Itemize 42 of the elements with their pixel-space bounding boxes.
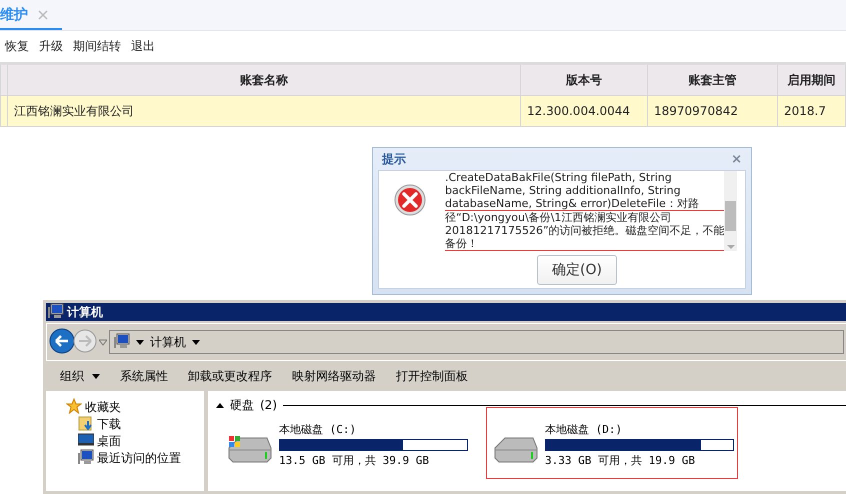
sidebar-item[interactable]: 下载 bbox=[97, 416, 121, 433]
command-button[interactable]: 系统属性 bbox=[120, 368, 168, 384]
scrollbar[interactable] bbox=[724, 171, 737, 251]
drive-name: 本地磁盘 (D:) bbox=[545, 422, 624, 437]
table-cell: 18970970842 bbox=[648, 96, 778, 126]
collapse-icon[interactable] bbox=[216, 402, 224, 408]
caret-icon[interactable] bbox=[136, 338, 144, 346]
column-header[interactable]: 版本号 bbox=[520, 64, 648, 96]
address-bar[interactable]: 计算机 bbox=[109, 330, 844, 354]
command-button[interactable]: 组织 bbox=[60, 368, 100, 384]
sidebar-item[interactable]: 收藏夹 bbox=[85, 399, 121, 416]
drive-name: 本地磁盘 (C:) bbox=[279, 422, 358, 437]
command-button[interactable]: 映射网络驱动器 bbox=[292, 368, 376, 384]
column-header[interactable]: 启用期间 bbox=[778, 64, 846, 96]
sidebar-item[interactable]: 桌面 bbox=[97, 433, 121, 450]
back-forward-icon[interactable] bbox=[49, 328, 97, 356]
ok-button[interactable]: 确定(O) bbox=[537, 255, 617, 285]
toolbar-item[interactable]: 退出 bbox=[131, 38, 155, 55]
column-header[interactable]: 账套名称 bbox=[8, 64, 520, 96]
group-label: 硬盘 bbox=[230, 396, 254, 414]
column-header[interactable]: 账套主管 bbox=[648, 64, 778, 96]
drive-info: 3.33 GB 可用，共 19.9 GB bbox=[545, 453, 696, 468]
toolbar-item[interactable]: 恢复 bbox=[5, 38, 29, 55]
table-cell: 江西铭澜实业有限公司 bbox=[8, 96, 520, 126]
error-message: .CreateDataBakFile(String filePath, String backFileName, String additionalInfo, String databaseName, String& error)DeleteFile：对路 bbox=[445, 171, 699, 210]
caret-icon[interactable] bbox=[92, 372, 100, 380]
star-icon bbox=[66, 398, 82, 417]
sidebar-item[interactable]: 最近访问的位置 bbox=[97, 450, 181, 467]
command-button[interactable]: 卸载或更改程序 bbox=[188, 368, 272, 384]
toolbar-item[interactable]: 期间结转 bbox=[73, 38, 121, 55]
caret-icon[interactable] bbox=[192, 338, 200, 346]
table-cell: 12.300.004.0044 bbox=[520, 96, 648, 126]
error-icon bbox=[394, 184, 426, 216]
group-count: (2) bbox=[260, 398, 277, 412]
window-title: 计算机 bbox=[67, 304, 103, 320]
drive-item[interactable]: 本地磁盘 (D:) 3.33 GB 可用，共 19.9 GB bbox=[486, 407, 738, 479]
dialog-title: 提示 bbox=[382, 150, 406, 168]
table-cell: 2018.7 bbox=[778, 96, 846, 126]
toolbar-item[interactable]: 升级 bbox=[39, 38, 63, 55]
address-text[interactable]: 计算机 bbox=[150, 334, 186, 350]
command-button[interactable]: 打开控制面板 bbox=[396, 368, 468, 384]
drive-info: 13.5 GB 可用，共 39.9 GB bbox=[279, 453, 430, 468]
